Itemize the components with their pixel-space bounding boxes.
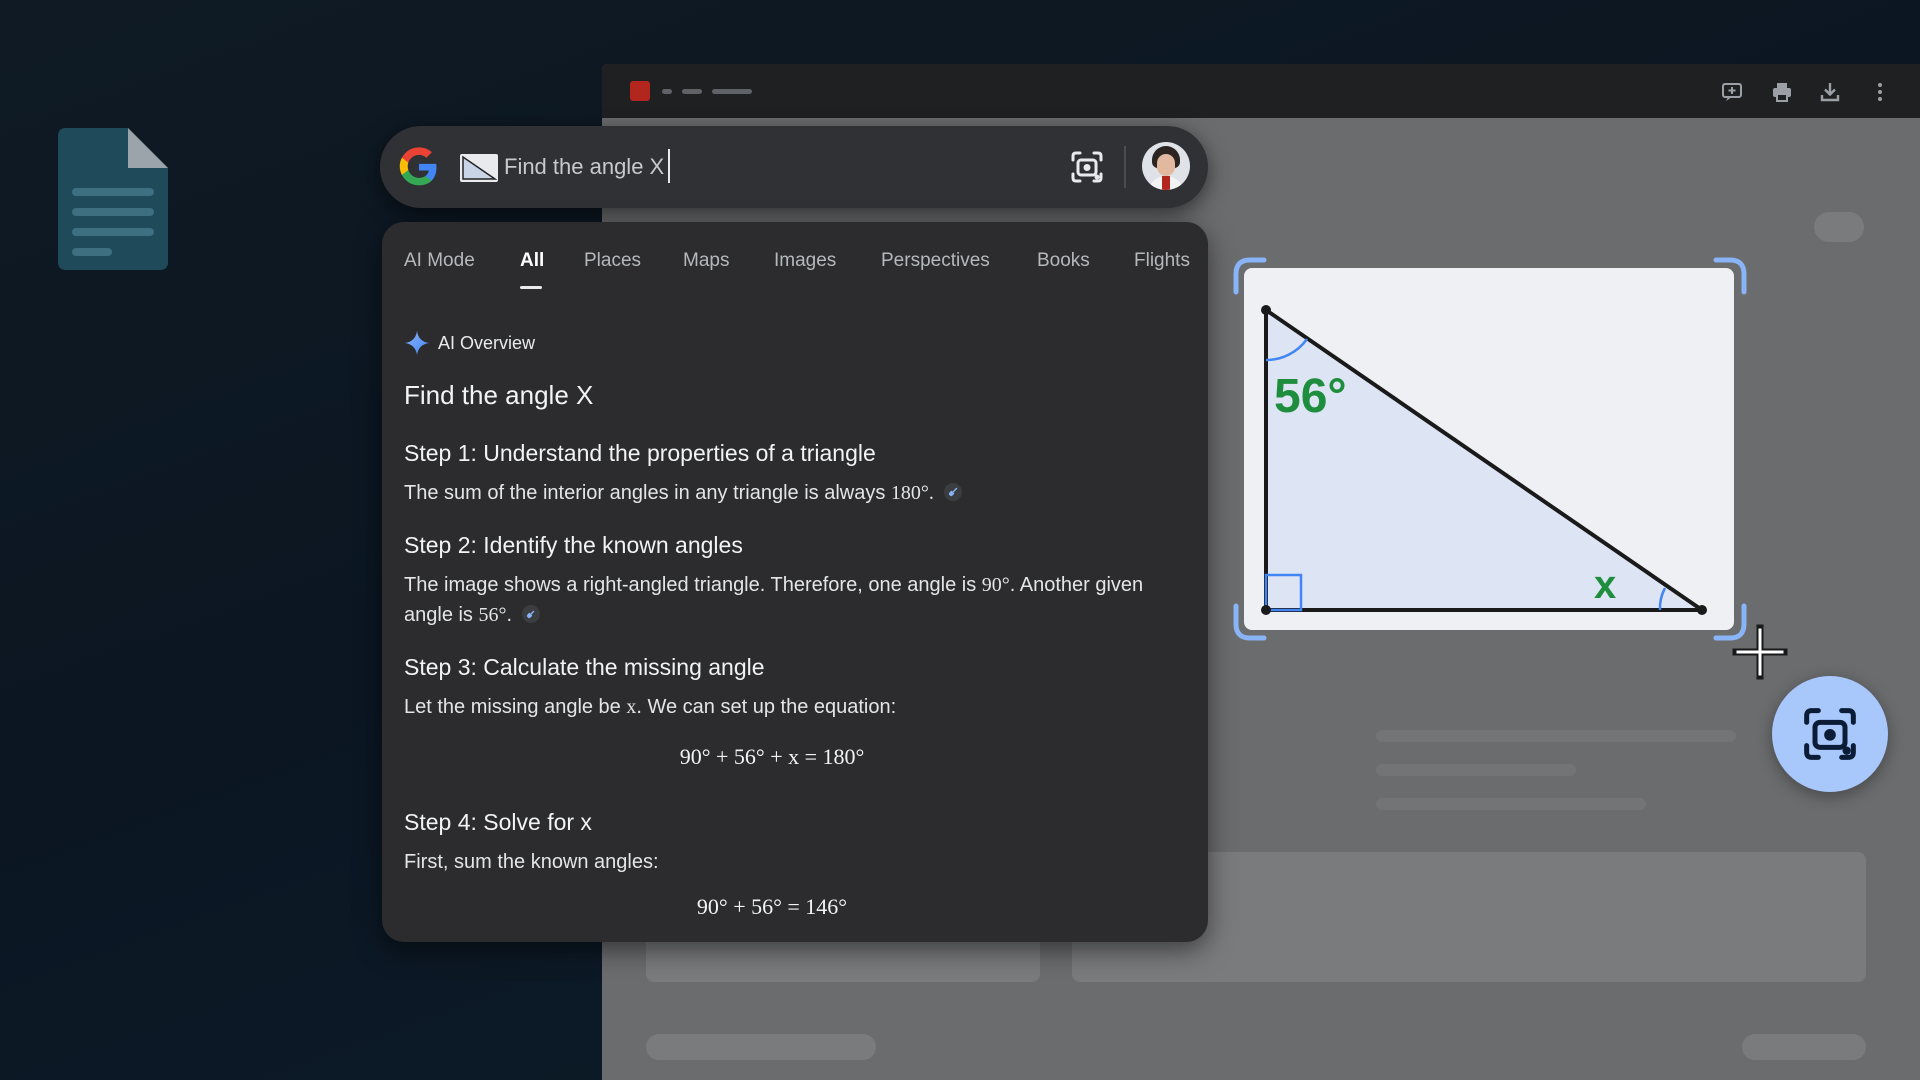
tab-images[interactable]: Images	[774, 250, 836, 272]
selection-frame[interactable]	[1232, 256, 1748, 642]
sparkle-icon	[405, 331, 429, 355]
link-icon[interactable]	[522, 605, 541, 623]
browser-toolbar	[602, 64, 1920, 118]
tab-perspectives[interactable]: Perspectives	[881, 250, 990, 272]
tab-flights[interactable]: Flights	[1134, 250, 1190, 272]
placeholder-line	[1376, 798, 1646, 810]
step-4-heading: Step 4: Solve for x	[404, 809, 592, 835]
search-tabs: AI Mode All Places Maps Images Perspecti…	[382, 250, 1208, 290]
tab-all[interactable]: All	[520, 250, 544, 272]
search-input[interactable]	[504, 148, 804, 186]
step-1-heading: Step 1: Understand the properties of a t…	[404, 440, 876, 466]
tab-maps[interactable]: Maps	[683, 250, 729, 272]
placeholder-block	[1814, 212, 1864, 242]
lens-icon[interactable]	[1064, 144, 1110, 190]
document-icon[interactable]	[58, 128, 168, 270]
overview-title: Find the angle X	[404, 380, 594, 410]
results-panel: AI Mode All Places Maps Images Perspecti…	[382, 222, 1208, 942]
placeholder-pill	[1742, 1034, 1866, 1060]
tab-title-placeholder	[712, 89, 752, 94]
placeholder-line	[1376, 730, 1736, 742]
lens-button[interactable]	[1772, 676, 1888, 792]
query-image-thumbnail[interactable]	[460, 154, 498, 182]
placeholder-pill	[646, 1034, 876, 1060]
tab-books[interactable]: Books	[1037, 250, 1090, 272]
step-4-text: First, sum the known angles:	[404, 851, 659, 873]
tab-ai-mode[interactable]: AI Mode	[404, 250, 475, 272]
search-bar[interactable]	[380, 126, 1208, 208]
link-icon[interactable]	[943, 483, 962, 501]
step-2-text: The image shows a right-angled triangle.…	[404, 574, 1144, 626]
crosshair-cursor-icon	[1732, 624, 1788, 680]
search-divider	[1124, 146, 1126, 188]
ai-overview-label: AI Overview	[438, 332, 536, 353]
step-3-equation: 90° + 56° + x = 180°	[679, 744, 865, 769]
step-3-heading: Step 3: Calculate the missing angle	[404, 654, 765, 680]
lens-icon	[1804, 708, 1856, 760]
step-4-equation: 90° + 56° = 146°	[696, 894, 848, 919]
download-icon[interactable]	[1818, 80, 1842, 104]
tab-favicon	[630, 81, 650, 101]
text-caret	[668, 149, 670, 183]
step-1-text: The sum of the interior angles in any tr…	[404, 478, 1164, 508]
print-icon[interactable]	[1770, 80, 1794, 104]
tab-active-indicator	[520, 286, 542, 289]
tab-places[interactable]: Places	[584, 250, 641, 272]
step-2-heading: Step 2: Identify the known angles	[404, 532, 743, 558]
more-vert-icon[interactable]	[1868, 80, 1892, 104]
placeholder-line	[1376, 764, 1576, 776]
avatar[interactable]	[1142, 142, 1190, 190]
step-3-text: Let the missing angle be x. We can set u…	[404, 696, 897, 718]
google-logo-icon	[399, 147, 437, 186]
ai-overview-header: AI Overview	[404, 330, 535, 356]
feedback-icon[interactable]	[1720, 80, 1744, 104]
tab-title-placeholder	[682, 89, 702, 94]
tab-title-placeholder	[662, 89, 672, 94]
